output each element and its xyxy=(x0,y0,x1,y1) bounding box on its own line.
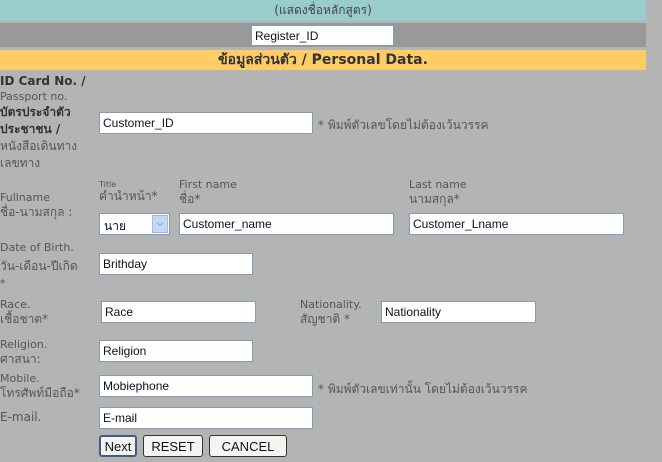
nationality-input[interactable] xyxy=(381,301,536,323)
register-id-input[interactable] xyxy=(251,25,394,46)
next-button[interactable]: Next xyxy=(99,435,137,457)
id-card-input[interactable] xyxy=(99,112,313,134)
nationality-label-en: Nationality. xyxy=(300,298,362,311)
religion-input[interactable] xyxy=(99,340,253,362)
title-select[interactable]: นาย ⌵ xyxy=(99,213,170,235)
first-name-label-en: First name xyxy=(179,178,237,191)
title-select-value: นาย xyxy=(104,219,126,233)
dob-label-th: วัน-เดือน-ปีเกิด xyxy=(0,259,78,273)
race-label-en: Race. xyxy=(0,298,31,311)
cancel-button[interactable]: CANCEL xyxy=(209,435,287,457)
id-card-label-th2: ประชาชน / xyxy=(0,122,61,136)
dob-required-mark: * xyxy=(0,277,6,290)
reset-button[interactable]: RESET xyxy=(143,435,203,457)
id-card-label-en: ID Card No. / xyxy=(0,74,86,88)
id-card-note: * พิมพ์ตัวเลขโดยไม่ต้องเว้นวรรค xyxy=(318,118,489,132)
religion-label-th: ศาสนา: xyxy=(0,352,41,366)
passport-label-en: Passport no. xyxy=(0,90,68,103)
email-label: E-mail. xyxy=(0,410,42,424)
dob-label-en: Date of Birth. xyxy=(0,241,74,254)
race-label-th: เชื้อชาต* xyxy=(0,312,49,326)
last-name-label-en: Last name xyxy=(409,178,467,191)
title-label-en: Title xyxy=(99,180,117,189)
fullname-label-th: ชื่อ-นามสกุล : xyxy=(0,205,73,219)
mobile-label-th: โทรศัพท์มือถือ* xyxy=(0,386,80,400)
section-title: ข้อมูลส่วนตัว / Personal Data. xyxy=(0,50,646,70)
nationality-label-th: สัญชาติ * xyxy=(300,312,351,326)
mobile-input[interactable] xyxy=(99,375,313,397)
race-input[interactable] xyxy=(101,301,256,323)
mobile-note: * พิมพ์ตัวเลขเท่านั้น โดยไม่ต้องเว้นวรรค xyxy=(318,382,528,396)
religion-label-en: Religion. xyxy=(0,338,48,351)
mobile-label-en: Mobile. xyxy=(0,372,40,385)
fullname-label-en: Fullname xyxy=(0,191,51,204)
dob-input[interactable] xyxy=(99,253,253,275)
first-name-input[interactable] xyxy=(179,213,394,235)
passport-label-th2: เลขทาง xyxy=(0,156,41,170)
chevron-down-icon[interactable]: ⌵ xyxy=(152,215,168,233)
course-name-bar: (แสดงชื่อหลักสูตร) xyxy=(0,0,646,21)
last-name-label-th: นามสกุล* xyxy=(409,192,460,206)
first-name-label-th: ชื่อ* xyxy=(179,192,201,206)
email-input[interactable] xyxy=(99,407,313,429)
last-name-input[interactable] xyxy=(409,213,624,235)
passport-label-th: หนังสือเดินทาง xyxy=(0,139,78,153)
id-card-label-th: บัตรประจำตัว xyxy=(0,105,71,119)
title-label-th: คำนำหน้า* xyxy=(99,189,158,203)
